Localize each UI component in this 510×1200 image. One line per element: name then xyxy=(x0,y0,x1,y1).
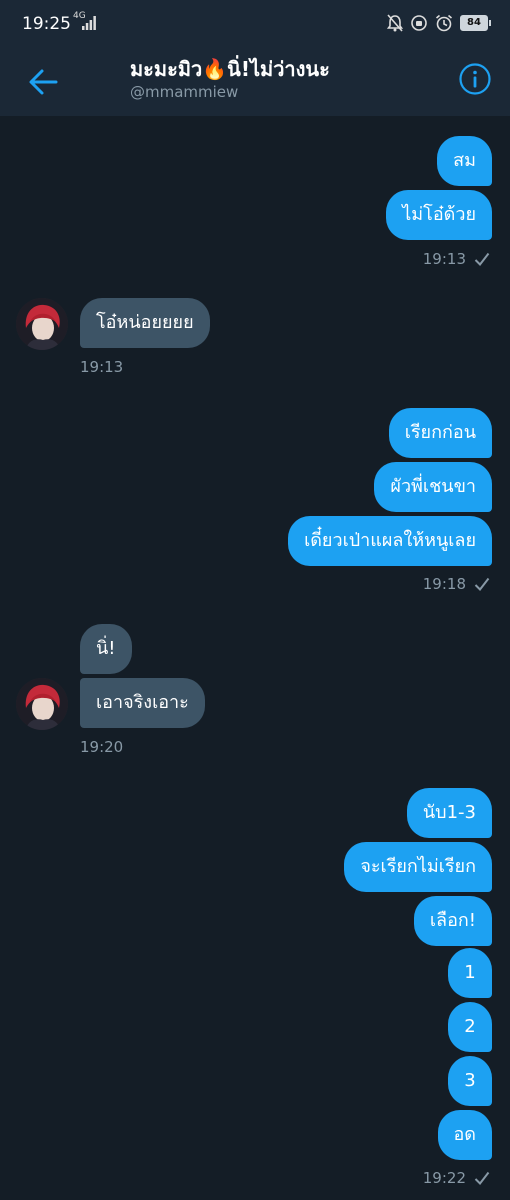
avatar-image xyxy=(16,678,68,730)
conversation-header: มะมะมิว🔥นิ่!ไม่ว่างนะ @mmammiew xyxy=(0,48,510,116)
status-icons: 84 xyxy=(387,14,491,32)
message-timestamp: 19:20 xyxy=(80,738,124,756)
message-timestamp: 19:13 xyxy=(80,358,124,376)
sent-message[interactable]: 2 xyxy=(448,1002,492,1052)
mute-bell-icon xyxy=(387,14,403,32)
contact-avatar[interactable] xyxy=(16,678,68,730)
signal-icon xyxy=(82,16,96,30)
info-icon[interactable] xyxy=(458,62,492,96)
received-message[interactable]: นิ่! xyxy=(80,624,132,674)
avatar-image xyxy=(16,298,68,350)
sent-message[interactable]: 3 xyxy=(448,1056,492,1106)
status-bar: 19:25 4G 84 xyxy=(0,0,510,48)
conversation-title: มะมะมิว🔥นิ่!ไม่ว่างนะ xyxy=(130,57,330,81)
sent-message[interactable]: จะเรียกไม่เรียก xyxy=(344,842,492,892)
sent-message[interactable]: เรียกก่อน xyxy=(388,408,492,458)
conversation-handle: @mmammiew xyxy=(130,83,239,101)
sent-message[interactable]: อด xyxy=(437,1110,492,1160)
received-message[interactable]: เอาจริงเอาะ xyxy=(80,678,205,728)
sent-message[interactable]: เดี๋ยวเป่าแผลให้หนูเลย xyxy=(288,516,492,566)
message-meta: 19:18 xyxy=(423,575,490,593)
sent-check-icon xyxy=(474,252,490,266)
sent-message[interactable]: 1 xyxy=(448,948,492,998)
message-timestamp: 19:22 xyxy=(422,1169,466,1187)
received-message[interactable]: โอ๋หน่อยยยย xyxy=(80,298,210,348)
status-time: 19:25 xyxy=(22,14,71,34)
contact-avatar[interactable] xyxy=(16,298,68,350)
message-meta: 19:22 xyxy=(423,1169,490,1187)
data-saver-icon xyxy=(411,15,427,31)
sent-check-icon xyxy=(474,1171,490,1185)
back-arrow-icon[interactable] xyxy=(26,64,62,100)
message-timestamp: 19:13 xyxy=(422,250,466,268)
sent-message[interactable]: ผัวพี่เชนขา xyxy=(374,462,492,512)
sent-message[interactable]: นับ1-3 xyxy=(406,788,492,838)
message-timestamp: 19:18 xyxy=(422,575,466,593)
alarm-icon xyxy=(435,14,453,32)
sent-message[interactable]: ไม่โอ๋ด้วย xyxy=(386,190,492,240)
sent-message[interactable]: สม xyxy=(437,136,492,186)
conversation-title-block[interactable]: มะมะมิว🔥นิ่!ไม่ว่างนะ @mmammiew xyxy=(130,56,430,102)
sent-check-icon xyxy=(474,577,490,591)
battery-indicator: 84 xyxy=(460,15,491,31)
sent-message[interactable]: เลือก! xyxy=(413,896,492,946)
message-meta: 19:13 xyxy=(423,250,490,268)
